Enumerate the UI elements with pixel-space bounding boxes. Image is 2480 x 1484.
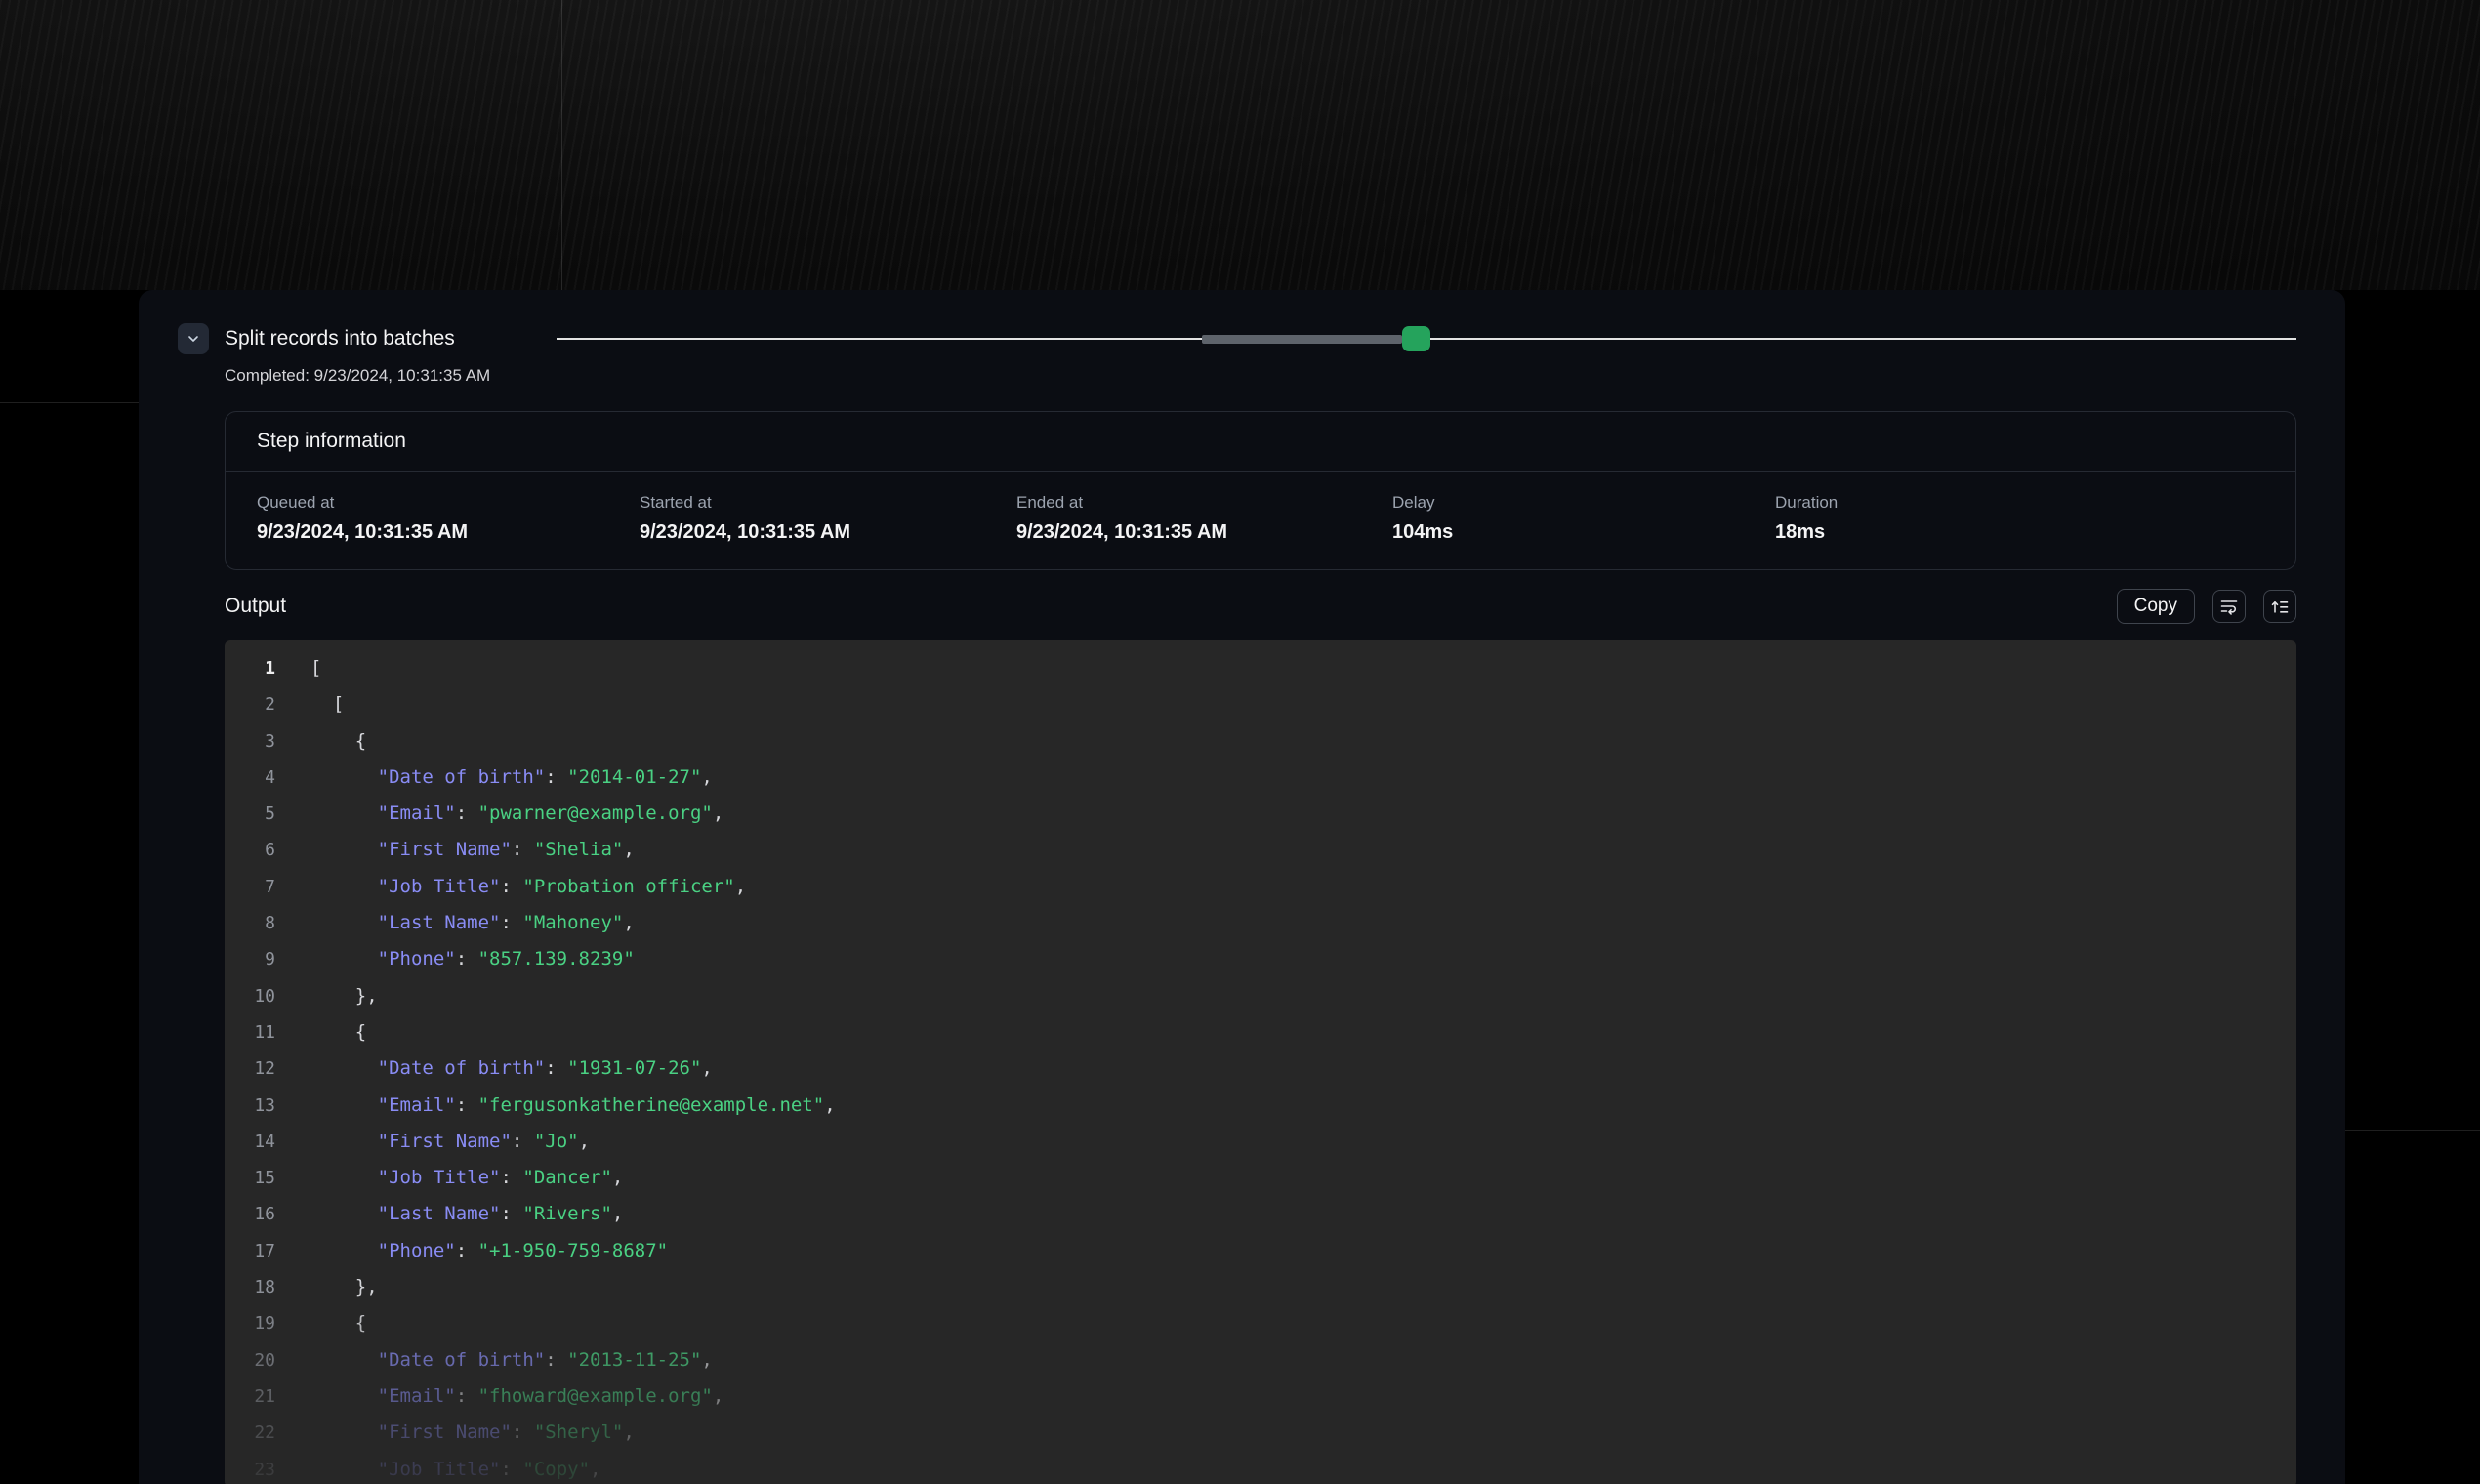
field-value: 9/23/2024, 10:31:35 AM	[640, 521, 1016, 544]
timeline-window[interactable]	[1202, 335, 1402, 344]
line-number: 4	[225, 760, 275, 796]
field-value: 9/23/2024, 10:31:35 AM	[1016, 521, 1392, 544]
line-number: 19	[225, 1305, 275, 1341]
step-information-fields: Queued at 9/23/2024, 10:31:35 AM Started…	[226, 472, 2295, 569]
line-number: 20	[225, 1342, 275, 1379]
code-line: 22 "First Name": "Sheryl",	[225, 1415, 2296, 1451]
line-number: 2	[225, 686, 275, 722]
code-line: 20 "Date of birth": "2013-11-25",	[225, 1342, 2296, 1379]
step-title: Split records into batches	[225, 327, 455, 350]
code-line: 2 [	[225, 686, 2296, 722]
line-number: 13	[225, 1088, 275, 1124]
code-line: 9 "Phone": "857.139.8239"	[225, 941, 2296, 977]
field-label: Ended at	[1016, 493, 1392, 513]
output-code-viewer[interactable]: 1[2 [3 {4 "Date of birth": "2014-01-27",…	[225, 640, 2296, 1484]
code-line: 1[	[225, 650, 2296, 686]
line-number: 10	[225, 978, 275, 1014]
copy-button[interactable]: Copy	[2117, 589, 2195, 624]
step-header: Split records into batches	[178, 323, 2296, 354]
code-line: 10 },	[225, 978, 2296, 1014]
output-title: Output	[225, 595, 286, 618]
code-line: 17 "Phone": "+1-950-759-8687"	[225, 1233, 2296, 1269]
background-texture	[0, 0, 2480, 290]
field-queued-at: Queued at 9/23/2024, 10:31:35 AM	[257, 493, 640, 544]
code-line: 14 "First Name": "Jo",	[225, 1124, 2296, 1160]
line-number: 1	[225, 650, 275, 686]
step-detail-panel: Split records into batches Completed: 9/…	[139, 290, 2345, 1484]
scroll-to-top-button[interactable]	[2263, 590, 2296, 623]
field-label: Duration	[1775, 493, 2264, 513]
code-lines: 1[2 [3 {4 "Date of birth": "2014-01-27",…	[225, 650, 2296, 1484]
step-information-title: Step information	[226, 412, 2295, 472]
decorative-horizontal-line-left	[0, 402, 139, 403]
field-duration: Duration 18ms	[1775, 493, 2264, 544]
field-label: Queued at	[257, 493, 640, 513]
timeline-track[interactable]	[557, 325, 2296, 352]
decorative-vertical-line	[561, 0, 562, 290]
field-value: 9/23/2024, 10:31:35 AM	[257, 521, 640, 544]
line-number: 14	[225, 1124, 275, 1160]
code-line: 8 "Last Name": "Mahoney",	[225, 905, 2296, 941]
line-number: 6	[225, 832, 275, 868]
code-line: 4 "Date of birth": "2014-01-27",	[225, 760, 2296, 796]
line-number: 21	[225, 1379, 275, 1415]
line-number: 8	[225, 905, 275, 941]
line-number: 22	[225, 1415, 275, 1451]
code-line: 11 {	[225, 1014, 2296, 1051]
line-number: 16	[225, 1196, 275, 1232]
line-number: 5	[225, 796, 275, 832]
field-value: 18ms	[1775, 521, 2264, 544]
field-label: Delay	[1392, 493, 1775, 513]
code-line: 13 "Email": "fergusonkatherine@example.n…	[225, 1088, 2296, 1124]
line-number: 23	[225, 1452, 275, 1484]
field-ended-at: Ended at 9/23/2024, 10:31:35 AM	[1016, 493, 1392, 544]
output-header: Output Copy	[225, 584, 2296, 629]
code-line: 6 "First Name": "Shelia",	[225, 832, 2296, 868]
code-line: 18 },	[225, 1269, 2296, 1305]
line-number: 12	[225, 1051, 275, 1087]
field-label: Started at	[640, 493, 1016, 513]
line-number: 3	[225, 723, 275, 760]
line-number: 7	[225, 869, 275, 905]
code-line: 5 "Email": "pwarner@example.org",	[225, 796, 2296, 832]
step-completed-timestamp: Completed: 9/23/2024, 10:31:35 AM	[225, 366, 2296, 386]
decorative-horizontal-line-right	[2345, 1130, 2480, 1131]
code-line: 7 "Job Title": "Probation officer",	[225, 869, 2296, 905]
field-started-at: Started at 9/23/2024, 10:31:35 AM	[640, 493, 1016, 544]
code-line: 3 {	[225, 723, 2296, 760]
code-line: 23 "Job Title": "Copy",	[225, 1452, 2296, 1484]
wrap-text-icon	[2219, 597, 2239, 616]
wrap-text-button[interactable]	[2212, 590, 2246, 623]
line-number: 11	[225, 1014, 275, 1051]
field-delay: Delay 104ms	[1392, 493, 1775, 544]
code-line: 19 {	[225, 1305, 2296, 1341]
line-number: 17	[225, 1233, 275, 1269]
line-number: 18	[225, 1269, 275, 1305]
output-actions: Copy	[2117, 589, 2296, 624]
chevron-down-icon	[186, 331, 201, 347]
code-line: 16 "Last Name": "Rivers",	[225, 1196, 2296, 1232]
code-line: 12 "Date of birth": "1931-07-26",	[225, 1051, 2296, 1087]
line-number: 9	[225, 941, 275, 977]
line-number: 15	[225, 1160, 275, 1196]
step-information-card: Step information Queued at 9/23/2024, 10…	[225, 411, 2296, 570]
code-line: 15 "Job Title": "Dancer",	[225, 1160, 2296, 1196]
collapse-step-button[interactable]	[178, 323, 209, 354]
scroll-to-top-icon	[2270, 597, 2290, 616]
field-value: 104ms	[1392, 521, 1775, 544]
code-line: 21 "Email": "fhoward@example.org",	[225, 1379, 2296, 1415]
step-content: Step information Queued at 9/23/2024, 10…	[225, 411, 2296, 1484]
timeline-handle[interactable]	[1402, 326, 1430, 351]
